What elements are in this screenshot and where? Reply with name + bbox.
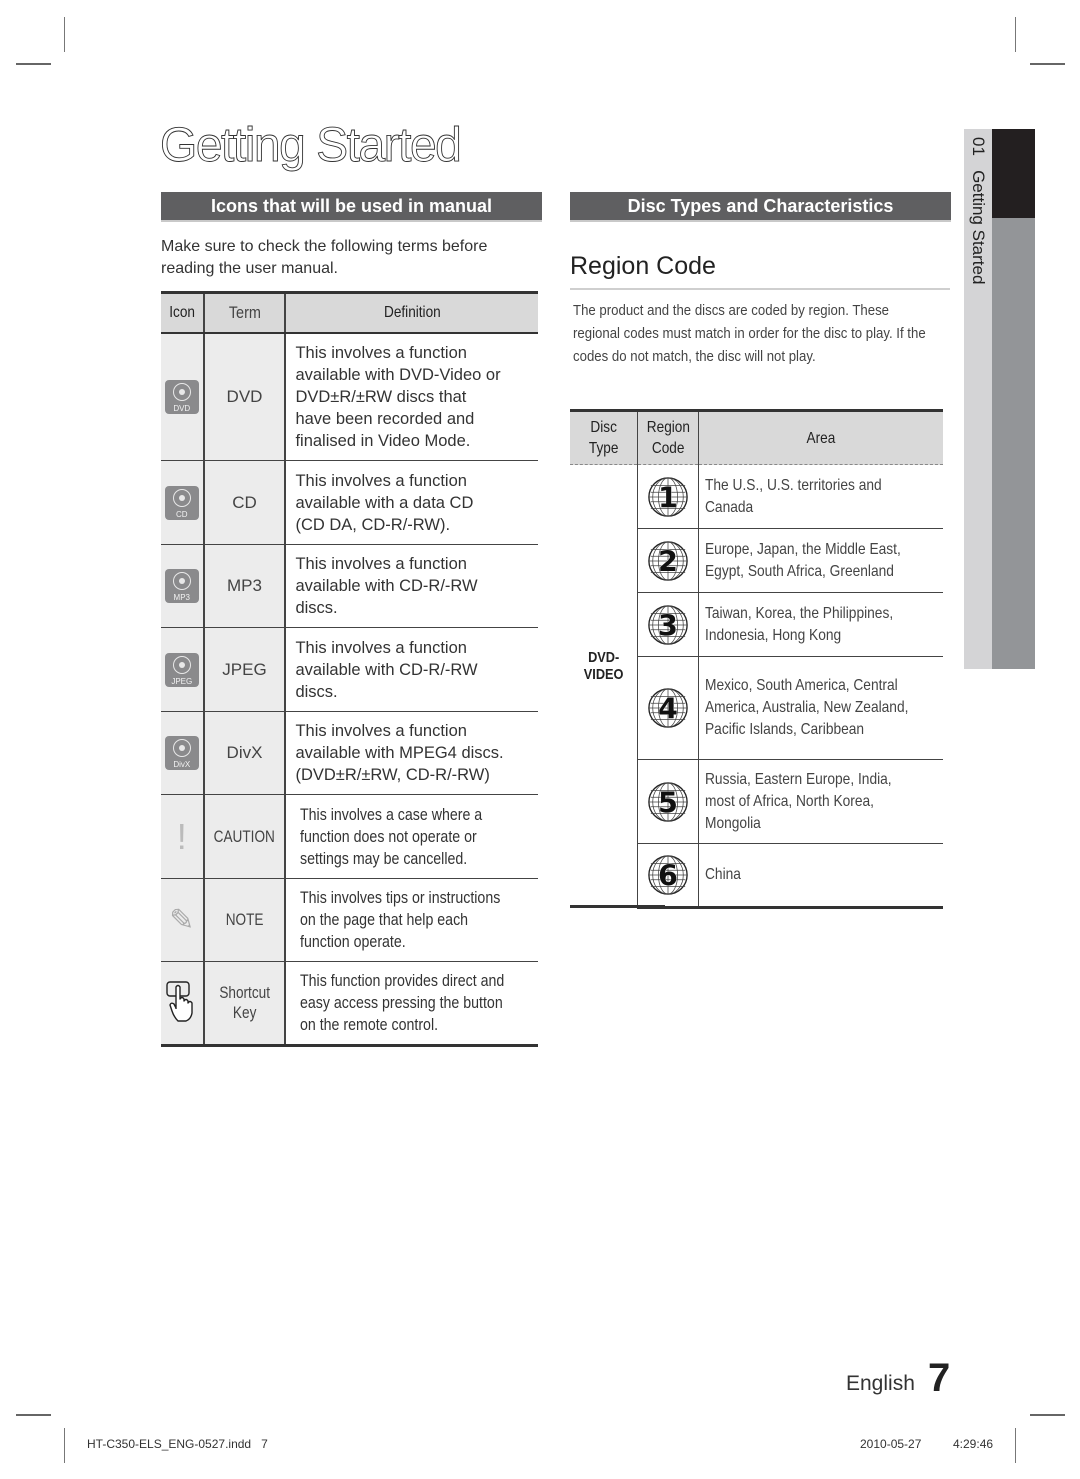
- icons-table: Icon Term Definition DVD DVD This involv…: [161, 291, 538, 1047]
- header-area: Area: [698, 409, 943, 465]
- region-code-number: 5: [658, 785, 678, 819]
- intro-line: Make sure to check the following terms b…: [161, 238, 488, 255]
- definition: This function provides direct and easy a…: [285, 961, 538, 1047]
- area: The U.S., U.S. territories and Canada: [698, 464, 943, 529]
- region-code-table: Disc Type Region Code Area DVD-VIDEO 1 T…: [570, 409, 943, 909]
- header-disc-type: Disc Type: [570, 409, 639, 465]
- jpeg-disc-icon: JPEG: [164, 652, 199, 687]
- region-intro: The product and the discs are coded by r…: [573, 302, 926, 365]
- region-code-number: 2: [658, 544, 678, 578]
- header-definition: Definition: [285, 291, 538, 334]
- section-header-disc-types: Disc Types and Characteristics: [570, 192, 951, 222]
- term: CAUTION: [203, 794, 287, 879]
- table-row: CD CD This involves a function available…: [161, 460, 538, 545]
- region-globe-icon: 3: [648, 604, 689, 645]
- table-row: DVD DVD This involves a function availab…: [161, 333, 538, 461]
- caution-icon: !: [176, 815, 187, 857]
- disc-type: DVD-VIDEO: [570, 464, 639, 908]
- header-term: Term: [203, 291, 287, 334]
- crop-mark: [64, 1428, 65, 1463]
- heading-rule: [570, 288, 950, 290]
- shortcut-hand-icon: [166, 980, 193, 1022]
- crop-mark: [16, 1414, 51, 1416]
- dvd-disc-icon: DVD: [164, 380, 199, 414]
- slug-filename: HT-C350-ELS_ENG-0527.indd 7: [87, 1437, 268, 1451]
- chapter-tab-dark: [992, 129, 1035, 218]
- region-code-heading: Region Code: [570, 252, 716, 280]
- crop-mark: [16, 63, 51, 65]
- header-region-code: Region Code: [637, 409, 700, 465]
- mp3-disc-icon: MP3: [164, 569, 199, 603]
- slug-date: 2010-05-27: [860, 1437, 922, 1451]
- area: Russia, Eastern Europe, India, most of A…: [698, 759, 943, 844]
- table-row: DVD-VIDEO 1 The U.S., U.S. territories a…: [570, 464, 943, 908]
- area: China: [698, 843, 943, 909]
- definition: This involves a function available with …: [285, 460, 538, 545]
- slug-time: 4:29:46: [953, 1437, 994, 1451]
- definition: This involves tips or instructions on th…: [285, 878, 538, 962]
- term: MP3: [203, 544, 287, 628]
- crop-mark: [1015, 1428, 1016, 1463]
- area: Mexico, South America, Central America, …: [698, 656, 943, 760]
- intro-line: reading the user manual.: [161, 260, 338, 277]
- section-header-icons: Icons that will be used in manual: [161, 192, 542, 222]
- table-row: JPEG JPEG This involves a function avail…: [161, 627, 538, 712]
- crop-mark: [1030, 1414, 1065, 1416]
- table-bottom-rule: [570, 905, 665, 908]
- table-row: ✎ NOTE This involves tips or instruction…: [161, 878, 538, 962]
- page-title-text: Getting Started: [160, 119, 463, 173]
- region-globe-icon: 6: [648, 855, 689, 895]
- table-row: DivX DivX This involves a function avail…: [161, 711, 538, 795]
- definition: This involves a case where a function do…: [285, 794, 538, 879]
- term: DVD: [203, 333, 287, 461]
- region-globe-icon: 5: [648, 781, 689, 822]
- definition: This involves a function available with …: [285, 333, 538, 461]
- area: Taiwan, Korea, the Philippines, Indonesi…: [698, 592, 943, 657]
- region-code-number: 4: [658, 692, 678, 726]
- definition: This involves a function available with …: [285, 627, 538, 712]
- region-globe-icon: 4: [648, 688, 689, 728]
- definition: This involves a function available with …: [285, 544, 538, 628]
- crop-mark: [1030, 63, 1065, 65]
- divx-disc-icon: DivX: [164, 736, 199, 770]
- crop-mark: [1015, 17, 1016, 52]
- page-title: Getting Started: [160, 118, 463, 173]
- crop-mark: [64, 17, 65, 52]
- header-icon: Icon: [161, 291, 205, 334]
- note-pencil-icon: ✎: [169, 903, 195, 937]
- region-globe-icon: 2: [648, 540, 689, 581]
- chapter-tab-mid: [992, 218, 1035, 669]
- region-globe-icon: 1: [648, 476, 689, 517]
- table-row: ! CAUTION This involves a case where a f…: [161, 794, 538, 879]
- table-row: Shortcut Key This function provides dire…: [161, 961, 538, 1047]
- chapter-tab: 01 Getting Started: [964, 129, 1035, 669]
- definition: This involves a function available with …: [285, 711, 538, 795]
- footer-language: English: [846, 1372, 915, 1395]
- table-header-row: Icon Term Definition: [161, 291, 538, 334]
- table-row: MP3 MP3 This involves a function availab…: [161, 544, 538, 628]
- region-code-number: 1: [658, 480, 678, 514]
- area: Europe, Japan, the Middle East, Egypt, S…: [698, 528, 943, 593]
- term: NOTE: [203, 878, 287, 962]
- icons-intro: Make sure to check the following terms b…: [161, 236, 542, 280]
- term: JPEG: [203, 627, 287, 712]
- term: Shortcut Key: [203, 961, 287, 1047]
- term: DivX: [203, 711, 287, 795]
- term: CD: [203, 460, 287, 545]
- cd-disc-icon: CD: [164, 485, 199, 520]
- page-number: 7: [928, 1356, 951, 1400]
- chapter-tab-label: 01 Getting Started: [969, 137, 988, 285]
- region-code-number: 3: [658, 608, 678, 642]
- table-header-row: Disc Type Region Code Area: [570, 409, 943, 465]
- region-code-number: 6: [658, 859, 678, 893]
